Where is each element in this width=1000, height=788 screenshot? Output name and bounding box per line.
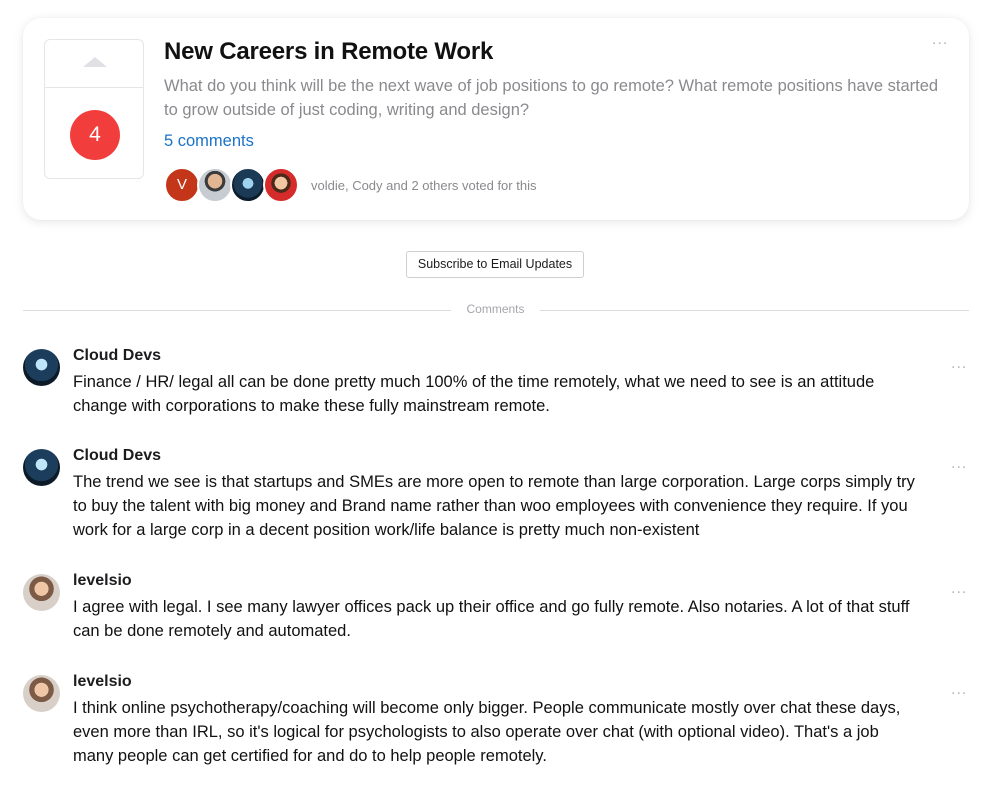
comment-author[interactable]: Cloud Devs (73, 347, 161, 365)
comments-count-link[interactable]: 5 comments (164, 132, 254, 151)
comment-text: The trend we see is that startups and SM… (73, 473, 915, 539)
comment-text: I agree with legal. I see many lawyer of… (73, 598, 910, 640)
post-more-options-icon[interactable]: ... (932, 32, 948, 48)
cloud-devs-avatar[interactable] (23, 449, 60, 486)
voter-avatar[interactable] (263, 167, 299, 203)
cloud-devs-avatar[interactable] (23, 349, 60, 386)
subscribe-email-button[interactable]: Subscribe to Email Updates (406, 251, 584, 278)
comment-text: I think online psychotherapy/coaching wi… (73, 699, 901, 765)
voters-summary: voldie, Cody and 2 others voted for this (311, 177, 537, 193)
comment-text: Finance / HR/ legal all can be done pret… (73, 373, 875, 415)
comment-author[interactable]: levelsio (73, 572, 132, 590)
comments-section-label: Comments (466, 302, 525, 316)
comment-author[interactable]: Cloud Devs (73, 447, 161, 465)
post-title: New Careers in Remote Work (164, 38, 494, 65)
comment-more-options-icon[interactable]: ... (951, 356, 967, 372)
voter-avatar[interactable] (230, 167, 266, 203)
levelsio-avatar[interactable] (23, 574, 60, 611)
vote-count-badge: 4 (70, 110, 120, 160)
post-card: 4 New Careers in Remote Work What do you… (23, 18, 969, 220)
upvote-arrow-icon (83, 57, 107, 67)
vote-box: 4 (44, 39, 144, 179)
comment-more-options-icon[interactable]: ... (951, 682, 967, 698)
voter-avatar[interactable]: V (164, 167, 200, 203)
post-description: What do you think will be the next wave … (164, 77, 939, 119)
comment-author[interactable]: levelsio (73, 673, 132, 691)
levelsio-avatar[interactable] (23, 675, 60, 712)
upvote-button[interactable] (45, 40, 143, 88)
comment-more-options-icon[interactable]: ... (951, 581, 967, 597)
comment-more-options-icon[interactable]: ... (951, 456, 967, 472)
voters-row: V voldie, Cody and 2 others voted for th… (164, 167, 536, 203)
voter-avatar[interactable] (197, 167, 233, 203)
